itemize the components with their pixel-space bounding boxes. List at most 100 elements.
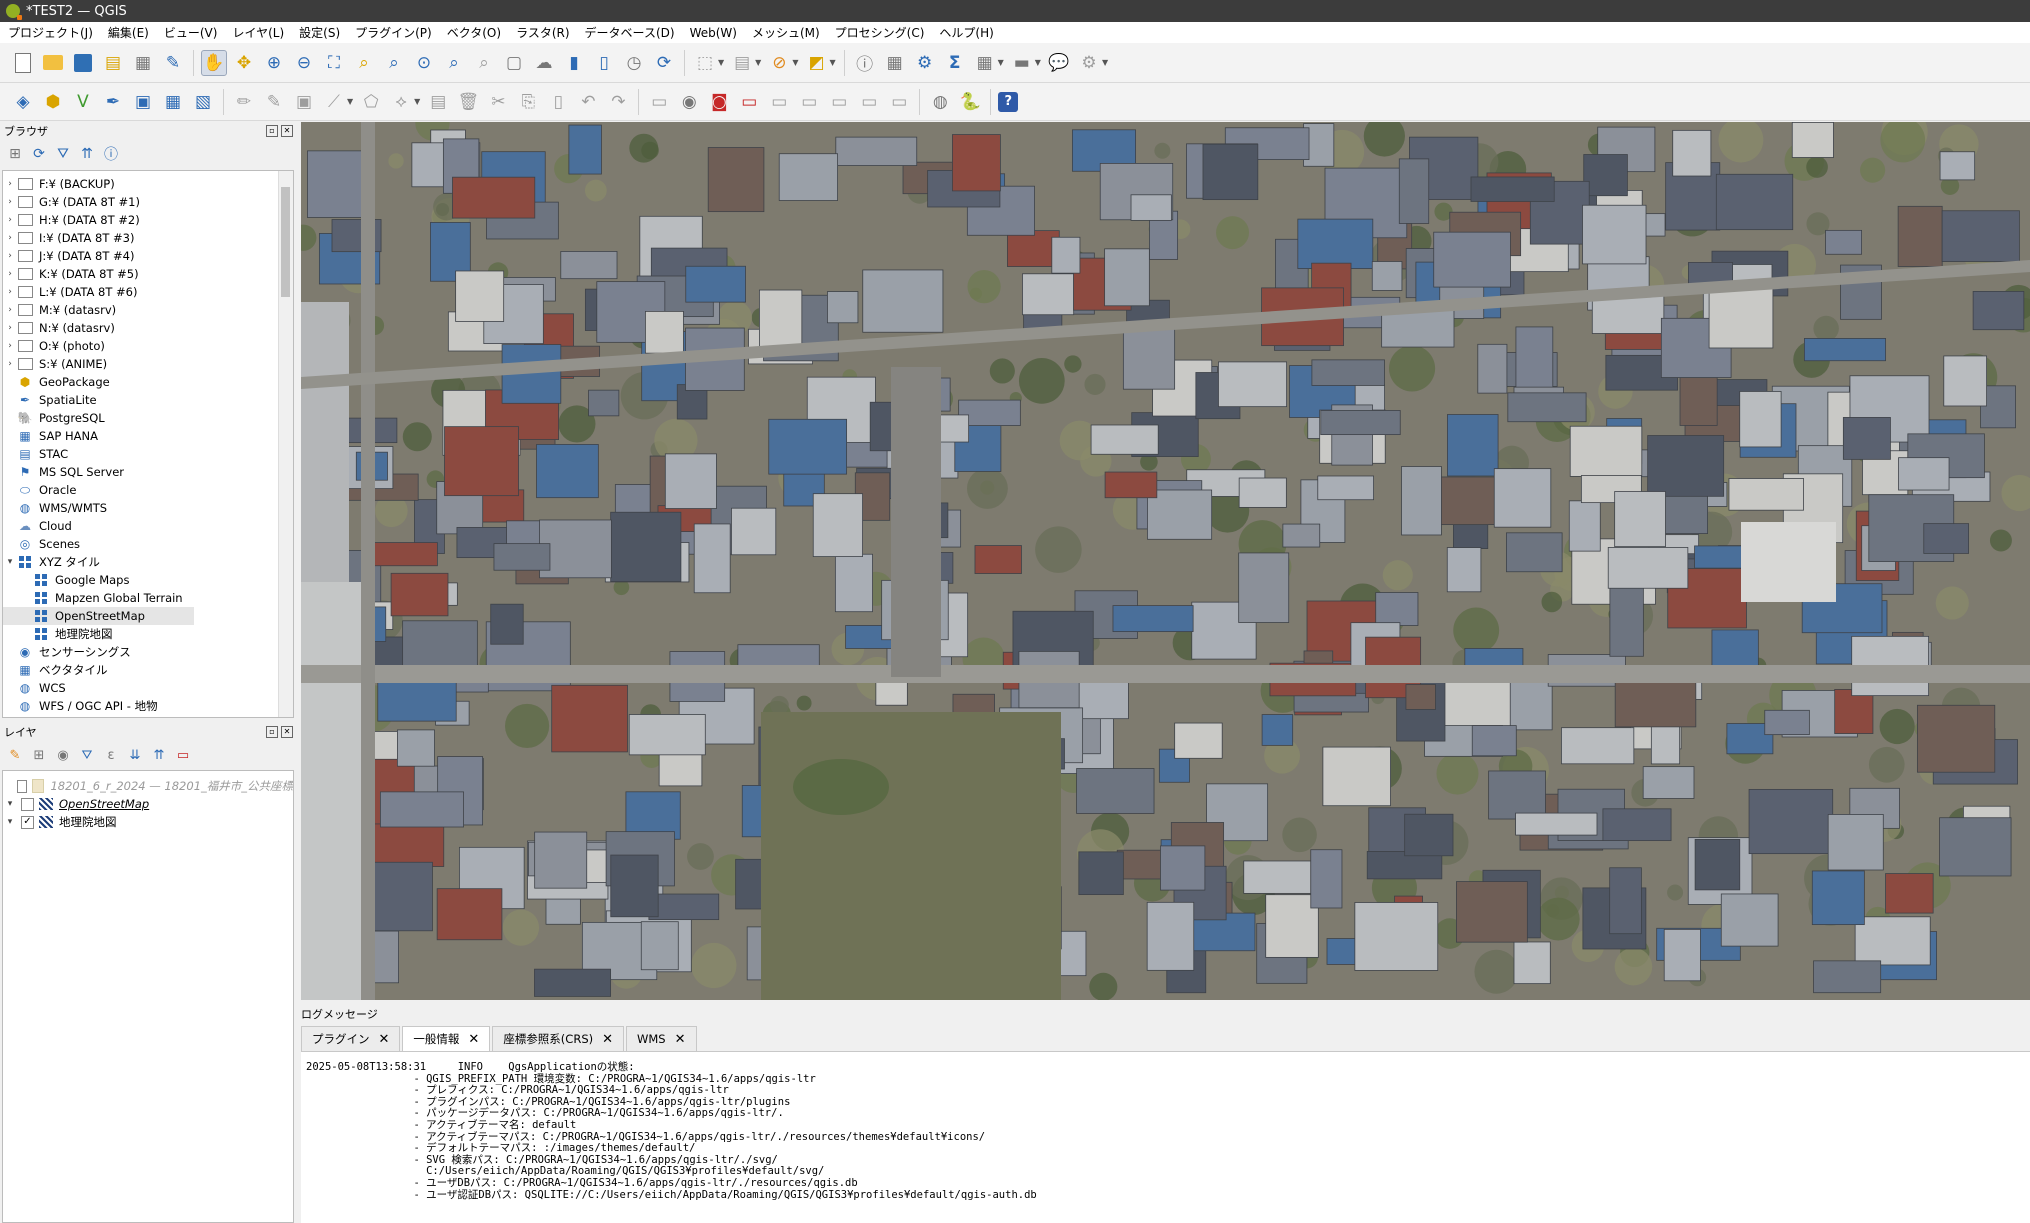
- show-bookmarks-button[interactable]: ▯: [591, 50, 617, 76]
- chevron-down-icon[interactable]: ▼: [829, 58, 835, 67]
- chevron-down-icon[interactable]: ▾: [3, 799, 17, 809]
- style-manager-button[interactable]: ✎: [160, 50, 186, 76]
- layer-visibility-checkbox[interactable]: ✓: [21, 815, 34, 829]
- temporal-controller-button[interactable]: ◷: [621, 50, 647, 76]
- menu-layer[interactable]: レイヤ(L): [224, 24, 291, 41]
- refresh-browser-button[interactable]: ⟳: [30, 145, 48, 163]
- browser-item[interactable]: ▦ ベクタタイル: [3, 661, 293, 679]
- float-panel-button[interactable]: ▫: [266, 726, 278, 738]
- browser-scrollbar[interactable]: [278, 171, 293, 717]
- select-location-button[interactable]: ◩: [803, 50, 829, 76]
- pan-map-button[interactable]: ✋: [201, 49, 227, 76]
- browser-item[interactable]: Mapzen Global Terrain: [3, 589, 293, 607]
- toggle-editing-button[interactable]: ✏: [231, 89, 257, 115]
- log-message-area[interactable]: 2025-05-08T13:58:31 INFO QgsApplicationの…: [301, 1051, 2030, 1223]
- add-vector-layer-button[interactable]: V: [70, 89, 96, 115]
- chevron-down-icon[interactable]: ▼: [755, 58, 761, 67]
- browser-item[interactable]: › O:¥ (photo): [3, 337, 293, 355]
- python-console-button[interactable]: 🐍: [957, 89, 983, 115]
- statistics-button[interactable]: Σ: [942, 50, 968, 76]
- plugin-globe-button[interactable]: ◍: [927, 89, 953, 115]
- chevron-down-icon[interactable]: ▾: [3, 557, 17, 567]
- add-raster-layer-button[interactable]: ▦: [160, 89, 186, 115]
- browser-item[interactable]: 地理院地図: [3, 625, 293, 643]
- browser-item[interactable]: › K:¥ (DATA 8T #5): [3, 265, 293, 283]
- chevron-down-icon[interactable]: ▼: [347, 97, 353, 106]
- close-icon[interactable]: ✕: [379, 1032, 390, 1047]
- label-toolbar-button[interactable]: ▭: [646, 89, 672, 115]
- layer-visibility-checkbox[interactable]: [17, 779, 28, 793]
- layout-manager-button[interactable]: ▦: [130, 50, 156, 76]
- zoom-to-layer-button[interactable]: ⌕: [381, 50, 407, 76]
- filter-by-expression-button[interactable]: ε: [102, 746, 120, 764]
- cut-features-button[interactable]: ✂: [485, 89, 511, 115]
- attribute-table-button[interactable]: ▦: [882, 50, 908, 76]
- measure-button[interactable]: ▬: [1009, 50, 1035, 76]
- close-icon[interactable]: ✕: [602, 1032, 613, 1047]
- browser-item[interactable]: ◉ センサーシングス: [3, 643, 293, 661]
- show-hide-labels-button[interactable]: ▭: [856, 89, 882, 115]
- style-panel-button[interactable]: ✎: [6, 746, 24, 764]
- chevron-down-icon[interactable]: ▼: [1102, 58, 1108, 67]
- browser-item[interactable]: ▾ XYZ タイル: [3, 553, 293, 571]
- chevron-down-icon[interactable]: ▼: [998, 58, 1004, 67]
- toolbox-button[interactable]: ⚙: [912, 50, 938, 76]
- modify-attributes-button[interactable]: ▤: [425, 89, 451, 115]
- menu-mesh[interactable]: メッシュ(M): [744, 24, 827, 41]
- layer-item[interactable]: ▾ ✓ 地理院地図: [3, 813, 293, 831]
- save-project-button[interactable]: [70, 50, 96, 76]
- remove-layer-button[interactable]: ▭: [174, 746, 192, 764]
- menu-help[interactable]: ヘルプ(H): [931, 24, 1000, 41]
- menu-vector[interactable]: ベクタ(O): [439, 24, 508, 41]
- new-project-button[interactable]: [10, 50, 36, 76]
- browser-item[interactable]: ☁ Cloud: [3, 517, 293, 535]
- redo-button[interactable]: ↷: [605, 89, 631, 115]
- identify-features-button[interactable]: ⓘ: [852, 50, 878, 76]
- zoom-in-button[interactable]: ⊕: [261, 50, 287, 76]
- chevron-right-icon[interactable]: ›: [3, 197, 17, 207]
- browser-item[interactable]: ▦ SAP HANA: [3, 427, 293, 445]
- new-geopackage-layer-button[interactable]: ⬢: [40, 89, 66, 115]
- menu-web[interactable]: Web(W): [682, 26, 744, 40]
- change-label-button[interactable]: ▭: [826, 89, 852, 115]
- chevron-down-icon[interactable]: ▼: [792, 58, 798, 67]
- layer-visibility-checkbox[interactable]: [21, 797, 34, 811]
- browser-item[interactable]: ◍ WFS / OGC API - 地物: [3, 697, 293, 715]
- browser-item[interactable]: › G:¥ (DATA 8T #1): [3, 193, 293, 211]
- browser-item[interactable]: › L:¥ (DATA 8T #6): [3, 283, 293, 301]
- menu-processing[interactable]: プロセシング(C): [827, 24, 932, 41]
- layer-item[interactable]: 18201_6_r_2024 — 18201_福井市_公共座標: [3, 777, 293, 795]
- new-3d-map-view-button[interactable]: ☁: [531, 50, 557, 76]
- chevron-right-icon[interactable]: ›: [3, 305, 17, 315]
- add-virtual-layer-button[interactable]: ▣: [130, 89, 156, 115]
- filter-legend-button[interactable]: ⛛: [78, 746, 96, 764]
- chevron-right-icon[interactable]: ›: [3, 215, 17, 225]
- browser-item[interactable]: ⚑ MS SQL Server: [3, 463, 293, 481]
- browser-item[interactable]: ◍ WMS/WMTS: [3, 499, 293, 517]
- map-tips-button[interactable]: 💬: [1046, 50, 1072, 76]
- browser-item[interactable]: › H:¥ (DATA 8T #2): [3, 211, 293, 229]
- browser-item[interactable]: ✒ SpatiaLite: [3, 391, 293, 409]
- log-tab[interactable]: 一般情報 ✕: [402, 1026, 491, 1051]
- select-features-button[interactable]: ⬚: [692, 50, 718, 76]
- field-calculator-button[interactable]: ▦: [972, 50, 998, 76]
- map-canvas[interactable]: [301, 122, 2030, 1000]
- close-panel-button[interactable]: ✕: [281, 125, 293, 137]
- chevron-right-icon[interactable]: ›: [3, 287, 17, 297]
- menu-project[interactable]: プロジェクト(J): [0, 24, 100, 41]
- chevron-right-icon[interactable]: ›: [3, 269, 17, 279]
- rotate-label-button[interactable]: ▭: [796, 89, 822, 115]
- chevron-right-icon[interactable]: ›: [3, 341, 17, 351]
- digitize-button[interactable]: ⟋: [321, 89, 347, 115]
- browser-item[interactable]: ◎ Scenes: [3, 535, 293, 553]
- zoom-to-selection-button[interactable]: ⌕: [351, 50, 377, 76]
- move-label-button[interactable]: ▭: [766, 89, 792, 115]
- close-icon[interactable]: ✕: [675, 1032, 686, 1047]
- browser-item[interactable]: › N:¥ (datasrv): [3, 319, 293, 337]
- browser-item[interactable]: OpenStreetMap: [3, 607, 194, 625]
- text-annotation-button[interactable]: ⚙: [1076, 50, 1102, 76]
- label-properties-button[interactable]: ▭: [886, 89, 912, 115]
- add-group-button[interactable]: ⊞: [30, 746, 48, 764]
- new-bookmark-button[interactable]: ▮: [561, 50, 587, 76]
- menu-raster[interactable]: ラスタ(R): [508, 24, 576, 41]
